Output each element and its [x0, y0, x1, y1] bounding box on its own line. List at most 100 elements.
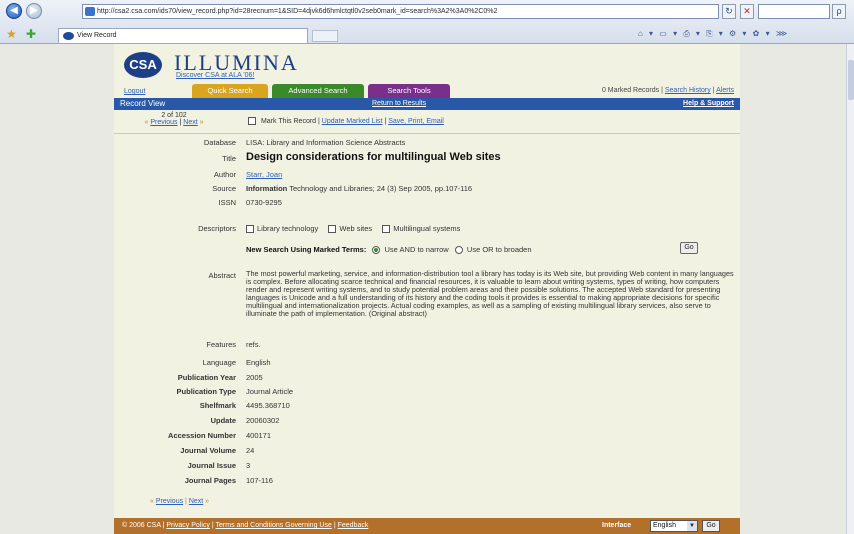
issue-label: Journal Issue	[187, 461, 236, 470]
discover-link[interactable]: Discover CSA at ALA '06!	[176, 72, 254, 79]
privacy-policy-link[interactable]: Privacy Policy	[166, 522, 210, 529]
and-radio-label: Use AND to narrow	[384, 245, 449, 254]
logout-link[interactable]: Logout	[124, 88, 145, 95]
browser-chrome: ◀ ▶ http://csa2.csa.com/ids70/view_recor…	[0, 0, 854, 44]
interface-go-button[interactable]: Go	[702, 520, 720, 532]
bottom-record-navigation: « Previous | Next »	[150, 498, 210, 505]
tab-search-tools[interactable]: Search Tools	[368, 84, 450, 98]
shelfmark-label: Shelfmark	[199, 401, 236, 410]
mark-record-row: Mark This Record | Update Marked List | …	[248, 117, 444, 125]
marked-records-count: 0 Marked Records	[601, 87, 660, 94]
csa-logo: CSA	[124, 52, 162, 78]
pages-value: 107-116	[246, 476, 273, 485]
search-icon[interactable]: ρ	[832, 4, 846, 19]
features-label: Features	[206, 340, 236, 349]
alerts-link[interactable]: Alerts	[716, 87, 734, 94]
accession-label: Accession Number	[168, 431, 236, 440]
forward-button[interactable]: ▶	[26, 3, 42, 19]
pubyear-label: Publication Year	[177, 373, 236, 382]
database-label: Database	[203, 138, 236, 147]
interface-select[interactable]: English ▼	[650, 520, 698, 532]
record-page: CSA ILLUMINA Discover CSA at ALA '06! Lo…	[114, 44, 740, 534]
pubtype-value: Journal Article	[246, 387, 294, 396]
update-value: 20060302	[246, 416, 280, 425]
volume-value: 24	[246, 446, 255, 455]
record-title: Design considerations for multilingual W…	[246, 151, 501, 163]
tab-view-record[interactable]: View Record	[58, 28, 308, 43]
previous-link-bottom[interactable]: Previous	[156, 498, 183, 505]
title-label: Title	[222, 154, 236, 163]
next-link-bottom[interactable]: Next	[189, 498, 203, 505]
terms-link[interactable]: Terms and Conditions Governing Use	[216, 522, 332, 529]
footer-links: © 2006 CSA | Privacy Policy | Terms and …	[122, 522, 369, 529]
new-tab-button[interactable]	[312, 30, 338, 42]
stop-button[interactable]: ✕	[740, 4, 754, 19]
mark-record-label: Mark This Record	[260, 117, 317, 125]
back-button[interactable]: ◀	[6, 3, 22, 19]
record-count: 2 of 102	[161, 112, 187, 119]
feedback-link[interactable]: Feedback	[338, 522, 369, 529]
page-background: CSA ILLUMINA Discover CSA at ALA '06! Lo…	[0, 44, 846, 534]
interface-label: Interface	[602, 522, 632, 529]
record-view-bar: Record View Return to Results Help & Sup…	[114, 98, 740, 110]
database-value: LISA: Library and Information Science Ab…	[246, 138, 406, 147]
shelfmark-value: 4495.368710	[246, 401, 290, 410]
pages-label: Journal Pages	[184, 476, 236, 485]
pubtype-label: Publication Type	[176, 387, 236, 396]
divider	[114, 133, 740, 134]
record-navigation: 2 of 102 « Previous | Next »	[114, 112, 234, 126]
header-links: 0 Marked Records | Search History | Aler…	[601, 87, 734, 94]
main-nav: Logout Quick Search Advanced Search Sear…	[114, 84, 740, 98]
descriptors-list: Library technology Web sites Multilingua…	[246, 224, 468, 234]
browser-search-input[interactable]	[758, 4, 830, 19]
refresh-button[interactable]: ↻	[722, 4, 736, 19]
new-search-label: New Search Using Marked Terms:	[246, 245, 367, 254]
or-radio[interactable]	[454, 246, 463, 255]
new-search-go-button[interactable]: Go	[680, 242, 698, 254]
mark-record-checkbox[interactable]	[248, 117, 256, 125]
language-label: Language	[202, 358, 236, 367]
return-to-results-link[interactable]: Return to Results	[372, 98, 426, 110]
author-label: Author	[213, 170, 236, 179]
help-support-link[interactable]: Help & Support	[683, 98, 734, 110]
descriptor-item[interactable]: Library technology	[246, 224, 318, 234]
and-radio[interactable]	[372, 246, 381, 255]
language-value: English	[246, 358, 271, 367]
abstract-text: The most powerful marketing, service, an…	[246, 269, 734, 319]
abstract-label: Abstract	[208, 271, 236, 280]
previous-link[interactable]: Previous	[150, 119, 177, 126]
source-highlight: Information	[246, 184, 288, 193]
descriptor-item[interactable]: Web sites	[328, 224, 372, 234]
source-label: Source	[212, 184, 236, 193]
update-marked-list-link[interactable]: Update Marked List	[322, 118, 383, 125]
descriptor-item[interactable]: Multilingual systems	[382, 224, 460, 234]
tab-row: ★ ✚ View Record ⌂ ▾ ▭ ▾ ⎙ ▾ ⎘ ▾ ⚙ ▾ ✿ ▾ …	[0, 24, 854, 44]
accession-value: 400171	[246, 431, 272, 440]
prev-arrow-icon: «	[144, 119, 149, 126]
toolbar-icons[interactable]: ⌂ ▾ ▭ ▾ ⎙ ▾ ⎘ ▾ ⚙ ▾ ✿ ▾ ⋙	[638, 29, 789, 39]
pubyear-value: 2005	[246, 373, 263, 382]
source-text: Technology and Libraries; 24 (3) Sep 200…	[289, 184, 473, 193]
add-favorite-icon[interactable]: ✚	[26, 27, 36, 41]
save-print-email-link[interactable]: Save, Print, Email	[388, 118, 444, 125]
prev-arrow-icon: «	[150, 498, 154, 505]
page-icon	[85, 7, 95, 16]
address-bar[interactable]: http://csa2.csa.com/ids70/view_record.ph…	[82, 4, 719, 19]
author-link[interactable]: Starr, Joan	[246, 170, 282, 179]
source-value: Information Technology and Libraries; 24…	[246, 184, 472, 193]
issue-value: 3	[246, 461, 251, 470]
favorites-star-icon[interactable]: ★	[6, 27, 17, 41]
interface-value: English	[653, 522, 676, 529]
scrollbar-thumb[interactable]	[848, 60, 854, 100]
site-footer: © 2006 CSA | Privacy Policy | Terms and …	[114, 518, 740, 534]
or-radio-label: Use OR to broaden	[466, 245, 532, 254]
issn-value: 0730-9295	[246, 198, 282, 207]
page-scrollbar[interactable]	[846, 44, 854, 534]
search-history-link[interactable]: Search History	[665, 87, 711, 94]
features-value: refs.	[246, 340, 261, 349]
next-link[interactable]: Next	[183, 119, 197, 126]
new-search-row: New Search Using Marked Terms: Use AND t…	[246, 245, 532, 255]
tab-advanced-search[interactable]: Advanced Search	[272, 84, 364, 98]
tab-quick-search[interactable]: Quick Search	[192, 84, 268, 98]
tab-title: View Record	[77, 32, 117, 39]
